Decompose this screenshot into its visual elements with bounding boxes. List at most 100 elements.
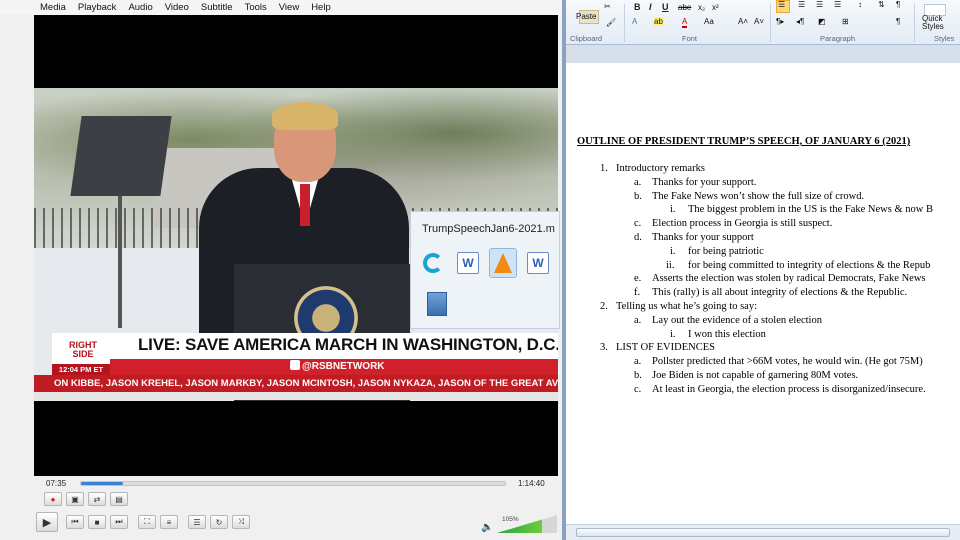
underline-button[interactable]: U: [662, 2, 669, 12]
quick-styles-label-2[interactable]: Styles: [922, 22, 944, 31]
outline-text: Lay out the evidence of a stolen electio…: [652, 314, 822, 326]
taskbar-thumbnail-popup: TrumpSpeechJan6-2021.m W W: [410, 211, 560, 329]
vlc-menubar: Media Playback Audio Video Subtitle Tool…: [0, 0, 562, 15]
format-painter-icon[interactable]: 🖌: [606, 18, 616, 27]
outline-text: This (rally) is all about integrity of e…: [652, 287, 908, 299]
file-icon[interactable]: [427, 292, 447, 316]
menu-tools[interactable]: Tools: [245, 2, 267, 13]
outline-number: b.: [634, 370, 642, 381]
seek-slider[interactable]: [80, 480, 506, 486]
grow-font-button[interactable]: A˄: [738, 17, 748, 26]
word-logo-2: W: [527, 252, 549, 274]
speaker-icon[interactable]: 🔈: [481, 522, 493, 533]
rtl-icon[interactable]: ◂¶: [796, 17, 804, 26]
extended-settings-button[interactable]: ≡: [160, 515, 178, 529]
menu-view[interactable]: View: [279, 2, 299, 13]
superscript-button[interactable]: x²: [712, 3, 719, 12]
font-color-button[interactable]: A: [682, 17, 688, 28]
borders-icon[interactable]: ⊞: [842, 17, 849, 26]
align-left-icon: ☰: [778, 0, 786, 9]
outline-number: i.: [670, 204, 676, 216]
word-icon[interactable]: W: [454, 248, 482, 278]
outline-number: d.: [634, 232, 642, 243]
next-button[interactable]: ⏭: [110, 515, 128, 529]
menu-playback[interactable]: Playback: [78, 2, 117, 13]
word-window: Paste ✂ 🖌 Clipboard B I U abe x₂ x² A ab…: [562, 0, 960, 540]
outline-text: Introductory remarks: [616, 163, 705, 174]
ribbon: Paste ✂ 🖌 Clipboard B I U abe x₂ x² A ab…: [566, 0, 960, 45]
record-button[interactable]: ●: [44, 492, 62, 506]
change-case-button[interactable]: Aa: [704, 17, 714, 26]
shading-icon[interactable]: ◩: [818, 17, 826, 26]
fullscreen-icon: ⛶: [144, 517, 150, 526]
strikethrough-button[interactable]: abe: [678, 3, 691, 12]
outline-number: i.: [670, 245, 676, 257]
teleprompter: [70, 116, 172, 196]
outline-text: for being patriotic: [688, 245, 764, 257]
shrink-font-button[interactable]: A˅: [754, 17, 764, 26]
snapshot-button[interactable]: ▣: [66, 492, 84, 506]
shuffle-button[interactable]: ⤨: [232, 515, 250, 529]
previous-icon: ⏮: [71, 517, 79, 526]
subscript-button[interactable]: x₂: [698, 3, 705, 12]
cut-icon[interactable]: ✂: [604, 2, 611, 11]
sort-icon[interactable]: ⇅: [878, 0, 885, 9]
vlc-icon[interactable]: [489, 248, 517, 278]
stop-icon: ■: [94, 517, 100, 527]
menu-subtitle[interactable]: Subtitle: [201, 2, 233, 13]
handle-text: @RSBNETWORK: [302, 361, 385, 372]
outline-text: Joe Biden is not capable of garnering 80…: [652, 370, 859, 381]
playlist-button[interactable]: ☰: [188, 515, 206, 529]
pilcrow-icon-2[interactable]: ¶: [896, 17, 900, 26]
bold-button[interactable]: B: [634, 2, 641, 12]
previous-button[interactable]: ⏮: [66, 515, 84, 529]
pilcrow-icon[interactable]: ¶: [896, 0, 900, 9]
outline-text: Pollster predicted that >66M votes, he w…: [652, 356, 923, 368]
text-effects-button[interactable]: A: [632, 17, 637, 26]
logo-line-2: SIDE: [72, 349, 94, 359]
justify-icon[interactable]: ☰: [834, 0, 841, 9]
thumbnail-icons: W W: [419, 248, 559, 278]
word-icon-2[interactable]: W: [524, 248, 552, 278]
italic-button[interactable]: I: [649, 2, 652, 12]
twitter-handle: @RSBNETWORK: [290, 360, 385, 372]
volume-label: 105%: [502, 516, 519, 523]
loop-button[interactable]: ↻: [210, 515, 228, 529]
outline-text: Thanks for your support.: [652, 176, 757, 188]
paste-label[interactable]: Paste: [576, 12, 596, 21]
seek-row: 07:35 1:14:40: [34, 476, 558, 490]
ribbon-separator: [624, 4, 625, 42]
line-spacing-icon[interactable]: ↕: [858, 0, 862, 9]
time-total: 1:14:40: [518, 478, 545, 488]
align-right-icon[interactable]: ☰: [816, 0, 823, 9]
play-button[interactable]: ▶: [36, 512, 58, 532]
loop-icon: ↻: [215, 517, 223, 527]
loop-ab-button[interactable]: ⇄: [88, 492, 106, 506]
styles-group: Styles: [934, 34, 955, 43]
horizontal-scrollbar[interactable]: [566, 524, 960, 540]
teleprompter-pole: [118, 188, 122, 328]
network-logo-text: RIGHT SIDE: [56, 341, 110, 359]
highlight-button[interactable]: ab: [654, 17, 663, 26]
outline-text: Thanks for your support: [652, 232, 754, 243]
stop-button[interactable]: ■: [88, 515, 106, 529]
equalizer-icon: ≡: [166, 517, 172, 527]
ltr-icon[interactable]: ¶▸: [776, 17, 784, 26]
scrollbar-thumb[interactable]: [576, 528, 950, 537]
thumbnail-title[interactable]: TrumpSpeechJan6-2021.m: [422, 223, 562, 235]
align-center-icon[interactable]: ☰: [798, 0, 805, 9]
menu-video[interactable]: Video: [165, 2, 189, 13]
control-row-main: ▶ ⏮ ■ ⏭ ⛶ ≡ ☰ ↻ ⤨: [36, 512, 254, 532]
next-icon: ⏭: [115, 517, 123, 526]
menu-media[interactable]: Media: [40, 2, 66, 13]
frame-step-button[interactable]: ▤: [110, 492, 128, 506]
swirl-shape: [423, 253, 443, 273]
frame-step-icon: ▤: [115, 494, 123, 504]
menu-audio[interactable]: Audio: [128, 2, 152, 13]
menu-help[interactable]: Help: [311, 2, 331, 13]
seek-progress: [81, 481, 124, 485]
fullscreen-button[interactable]: ⛶: [138, 515, 156, 529]
page-gap: [566, 45, 960, 63]
swirl-app-icon[interactable]: [419, 248, 447, 278]
outline-number: 3.: [600, 342, 608, 354]
